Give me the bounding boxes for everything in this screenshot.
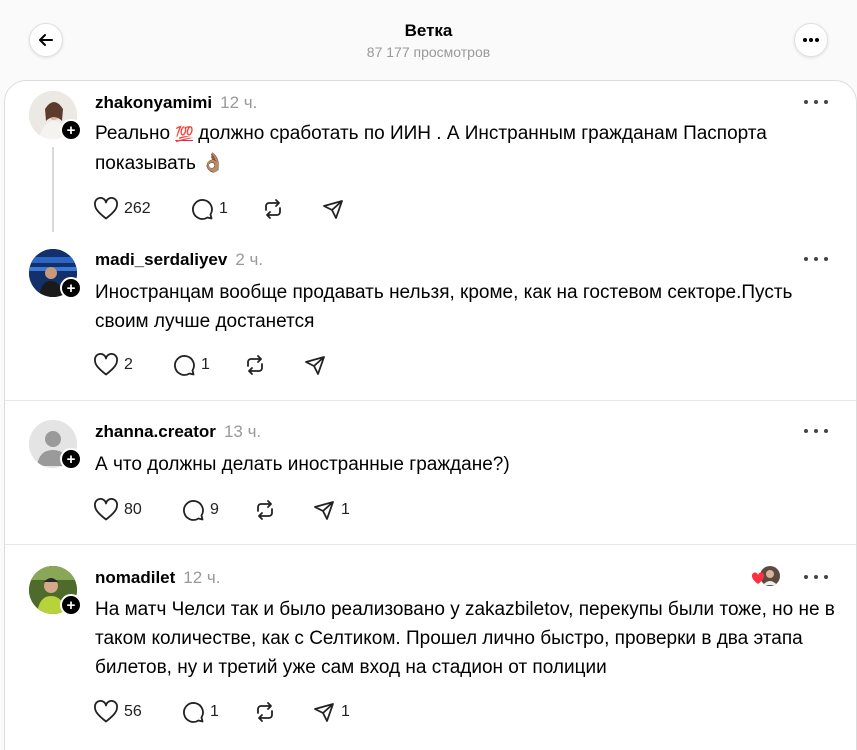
view-count: 87 177 просмотров bbox=[366, 44, 491, 60]
username-row[interactable]: zhanna.creator 13 ч. bbox=[95, 422, 261, 442]
username[interactable]: zhanna.creator bbox=[95, 422, 216, 441]
reply-button[interactable]: 9 bbox=[181, 497, 219, 523]
more-options-button[interactable] bbox=[794, 23, 828, 57]
comment-icon bbox=[192, 199, 213, 220]
share-count: 1 bbox=[341, 703, 350, 720]
reply-count: 9 bbox=[210, 501, 219, 518]
username[interactable]: madi_serdaliyev bbox=[95, 250, 227, 269]
post: + zhanna.creator 13 ч. А что должны делат… bbox=[5, 401, 856, 544]
send-icon bbox=[305, 356, 325, 375]
plus-icon: + bbox=[66, 121, 76, 139]
post-menu-button[interactable] bbox=[804, 570, 828, 584]
timestamp: 12 ч. bbox=[220, 93, 258, 112]
send-icon bbox=[323, 200, 343, 219]
like-count: 2 bbox=[124, 356, 133, 373]
post-menu-button[interactable] bbox=[804, 95, 828, 109]
like-button[interactable]: 80 bbox=[93, 497, 142, 523]
ok-hand-emoji-icon: 👌🏽 bbox=[201, 153, 225, 174]
repost-button[interactable] bbox=[253, 497, 277, 523]
reply-count: 1 bbox=[219, 200, 228, 217]
timestamp: 12 ч. bbox=[183, 568, 221, 587]
reply-count: 1 bbox=[201, 356, 210, 373]
like-button[interactable]: 262 bbox=[93, 196, 151, 222]
page-title: Ветка bbox=[404, 21, 453, 40]
hundred-emoji-icon: 💯 bbox=[175, 126, 194, 143]
timestamp: 2 ч. bbox=[235, 250, 264, 269]
like-count: 56 bbox=[124, 703, 142, 720]
post-text: Реально 💯 должно сработать по ИИН . А Ин… bbox=[95, 119, 835, 178]
reply-button[interactable]: 1 bbox=[190, 196, 228, 222]
post-text: На матч Челси так и было реализовано у z… bbox=[95, 599, 835, 678]
repost-icon bbox=[265, 199, 281, 219]
like-button[interactable]: 56 bbox=[93, 699, 142, 725]
more-horizontal-icon bbox=[803, 38, 819, 42]
liked-by-author-indicator[interactable] bbox=[751, 565, 781, 587]
post-text-part: должно сработать по ИИН . А Инстранным г… bbox=[95, 123, 767, 174]
repost-button[interactable] bbox=[243, 352, 267, 378]
thread-card: + zhakonyamimi 12 ч. Реально 💯 должно сра… bbox=[4, 80, 857, 750]
follow-button[interactable]: + bbox=[60, 448, 82, 470]
repost-button[interactable] bbox=[253, 699, 277, 725]
username-row[interactable]: nomadilet 12 ч. bbox=[95, 568, 221, 588]
post-text-part: Реально bbox=[95, 123, 176, 144]
follow-button[interactable]: + bbox=[60, 277, 82, 299]
post-text: Иностранцам вообще продавать нельзя, кро… bbox=[95, 282, 793, 332]
share-button[interactable] bbox=[321, 196, 345, 222]
like-count: 262 bbox=[124, 200, 151, 217]
heart-icon bbox=[94, 197, 118, 220]
repost-icon bbox=[257, 500, 273, 520]
heart-icon bbox=[94, 353, 118, 376]
plus-icon: + bbox=[66, 279, 76, 297]
post: + madi_serdaliyev 2 ч. Иностранцам вообще… bbox=[5, 241, 856, 401]
follow-button[interactable]: + bbox=[60, 119, 82, 141]
post-menu-button[interactable] bbox=[804, 424, 828, 438]
plus-icon: + bbox=[66, 450, 76, 468]
reply-count: 1 bbox=[210, 703, 219, 720]
heart-icon bbox=[94, 700, 118, 723]
send-icon bbox=[314, 501, 334, 520]
post-text: А что должны делать иностранные граждане… bbox=[95, 454, 510, 475]
post-menu-button[interactable] bbox=[804, 252, 828, 266]
reply-button[interactable]: 1 bbox=[172, 352, 210, 378]
reply-button[interactable]: 1 bbox=[181, 699, 219, 725]
like-count: 80 bbox=[124, 501, 142, 518]
follow-button[interactable]: + bbox=[60, 594, 82, 616]
username-row[interactable]: zhakonyamimi 12 ч. bbox=[95, 93, 257, 113]
post: + zhakonyamimi 12 ч. Реально 💯 должно сра… bbox=[5, 81, 856, 241]
heart-icon bbox=[94, 498, 118, 521]
repost-icon bbox=[257, 702, 273, 722]
share-button[interactable]: 1 bbox=[312, 497, 350, 523]
plus-icon: + bbox=[66, 596, 76, 614]
username-row[interactable]: madi_serdaliyev 2 ч. bbox=[95, 250, 263, 270]
timestamp: 13 ч. bbox=[223, 422, 262, 441]
like-button[interactable]: 2 bbox=[93, 352, 133, 378]
thread-line bbox=[52, 147, 54, 232]
share-button[interactable] bbox=[303, 352, 327, 378]
comment-icon bbox=[174, 355, 195, 376]
username[interactable]: nomadilet bbox=[95, 568, 175, 587]
send-icon bbox=[314, 703, 334, 722]
username[interactable]: zhakonyamimi bbox=[95, 93, 212, 112]
repost-icon bbox=[247, 355, 263, 375]
comment-icon bbox=[183, 500, 204, 521]
comment-icon bbox=[183, 702, 204, 723]
share-count: 1 bbox=[341, 501, 350, 518]
share-button[interactable]: 1 bbox=[312, 699, 350, 725]
top-bar: Ветка 87 177 просмотров bbox=[0, 0, 857, 82]
repost-button[interactable] bbox=[261, 196, 285, 222]
